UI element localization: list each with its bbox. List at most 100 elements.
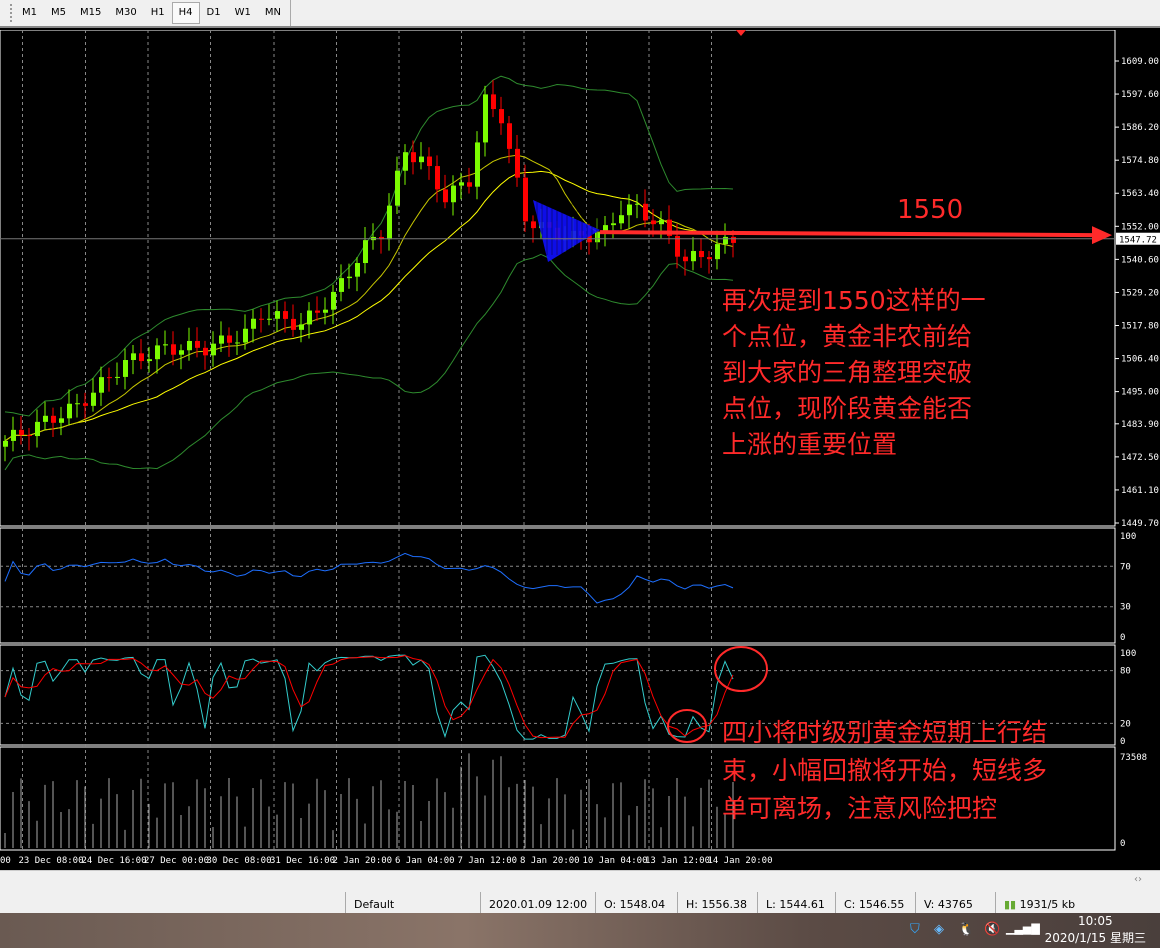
candle-body [59, 418, 64, 423]
candle-body [43, 415, 48, 422]
price-tick-label: 1449.70 [1121, 519, 1159, 529]
status-open: O: 1548.04 [595, 892, 677, 914]
candle-body [395, 170, 400, 206]
candle-body [387, 205, 392, 240]
note-line: 点位，现阶段黄金能否 [722, 394, 973, 423]
qq-penguin-icon[interactable]: 🐧 [958, 922, 974, 937]
candle-body [19, 429, 24, 436]
candle-body [451, 185, 456, 203]
arrow-down-marker-icon [736, 30, 746, 36]
candle-body [715, 244, 720, 260]
candle-body [307, 310, 312, 325]
tf-d1[interactable]: D1 [200, 2, 228, 24]
tf-w1[interactable]: W1 [228, 2, 258, 24]
tf-h4[interactable]: H4 [171, 2, 200, 24]
candle-body [11, 429, 16, 441]
candle-body [699, 251, 704, 258]
shield-icon[interactable]: ⛉ [910, 922, 920, 937]
clock-date: 2020/1/15 星期三 [1044, 931, 1146, 945]
candle-body [195, 340, 200, 348]
arrow-head-icon [1092, 226, 1112, 245]
circle-annotation [667, 709, 707, 743]
tf-m30[interactable]: M30 [108, 2, 143, 24]
clock[interactable]: 10:05 2020/1/15 星期三 [1045, 913, 1146, 947]
status-close: C: 1546.55 [835, 892, 915, 914]
candle-body [51, 415, 56, 423]
toolbar-grip[interactable] [10, 4, 13, 22]
volume-tick-label: 73508 [1120, 753, 1147, 763]
note-line: 上涨的重要位置 [722, 430, 898, 459]
candle-body [523, 177, 528, 222]
status-traffic: ▮▮ 1931/5 kb [995, 892, 1083, 914]
stoch-main-line [4, 654, 734, 740]
candle-body [515, 148, 520, 178]
candle-body [707, 257, 712, 260]
speaker-muted-icon[interactable]: 🔇 [984, 922, 1000, 937]
level-label: 1550 [897, 195, 963, 225]
candle-body [331, 291, 336, 310]
note-line: 束，小幅回撤将开始，短线多 [722, 756, 1048, 785]
candle-body [531, 221, 536, 229]
price-tick-label: 1461.10 [1121, 486, 1159, 496]
tf-m1[interactable]: M1 [15, 2, 44, 24]
candle-body [507, 123, 512, 149]
stoch-tick-label: 80 [1120, 667, 1131, 677]
price-tick-label: 1597.60 [1121, 90, 1159, 100]
tf-mn[interactable]: MN [258, 2, 288, 24]
horizontal-scrollbar[interactable]: ‹› [0, 870, 1160, 892]
tf-m15[interactable]: M15 [73, 2, 108, 24]
security-app-icon[interactable]: ◈ [934, 922, 944, 937]
annotation-stoch-note: 四小将时级别黄金短期上行结 束，小幅回撤将开始，短线多 单可离场，注意风险把控 [722, 714, 1047, 828]
price-tick-label: 1574.80 [1121, 156, 1159, 166]
candle-body [235, 342, 240, 344]
candle-body [659, 219, 664, 225]
candle-body [227, 335, 232, 343]
tf-h1[interactable]: H1 [144, 2, 172, 24]
candle-body [187, 340, 192, 351]
time-label: 13 Jan 12:00 [645, 856, 710, 866]
price-tick-label: 1609.00 [1121, 57, 1159, 67]
candle-body [275, 311, 280, 319]
toolbar-separator [289, 0, 291, 26]
candle-body [35, 421, 40, 437]
candle-body [355, 263, 360, 277]
connection-bars-icon: ▮▮ [1004, 898, 1017, 911]
price-tick-label: 1495.00 [1121, 388, 1159, 398]
candle-body [611, 223, 616, 226]
candle-body [243, 328, 248, 343]
network-signal-icon[interactable]: ▁▃▅▇ [1006, 922, 1040, 935]
price-tick-label: 1517.80 [1121, 321, 1159, 331]
scroll-arrow-icon[interactable]: ‹› [1134, 874, 1142, 885]
price-tick-label: 1586.20 [1121, 123, 1159, 133]
candle-body [403, 152, 408, 171]
traffic-text: 1931/5 kb [1019, 898, 1076, 911]
status-bar: Default 2020.01.09 12:00 O: 1548.04 H: 1… [0, 892, 1160, 914]
price-tick-label: 1540.60 [1121, 255, 1159, 265]
bollinger-upper [4, 75, 734, 417]
rsi-line [4, 552, 734, 604]
rsi-tick-label: 100 [1120, 532, 1136, 542]
current-price-label: 1547.72 [1119, 236, 1157, 246]
candle-body [691, 251, 696, 262]
tf-m5[interactable]: M5 [44, 2, 73, 24]
level-arrow-line [599, 230, 1093, 238]
candle-body [163, 344, 168, 346]
rsi-tick-label: 0 [1120, 633, 1125, 643]
candle-body [483, 94, 488, 143]
candle-body [491, 94, 496, 110]
candle-body [499, 109, 504, 124]
candle-body [83, 403, 88, 406]
candle-body [211, 343, 216, 356]
candle-body [323, 309, 328, 313]
status-volume: V: 43765 [915, 892, 995, 914]
time-label: 31 Dec 16:00 [270, 856, 335, 866]
taskbar: ⛉ ◈ 🐧 🔇 ▁▃▅▇ 10:05 2020/1/15 星期三 [0, 913, 1160, 948]
time-label: 7 Jan 12:00 [458, 856, 518, 866]
time-label: 30 Dec 08:00 [207, 856, 272, 866]
candle-body [267, 318, 272, 320]
price-tick-label: 1529.20 [1121, 288, 1159, 298]
candle-body [99, 377, 104, 393]
candle-body [443, 189, 448, 203]
candle-body [155, 345, 160, 360]
candle-body [299, 324, 304, 330]
